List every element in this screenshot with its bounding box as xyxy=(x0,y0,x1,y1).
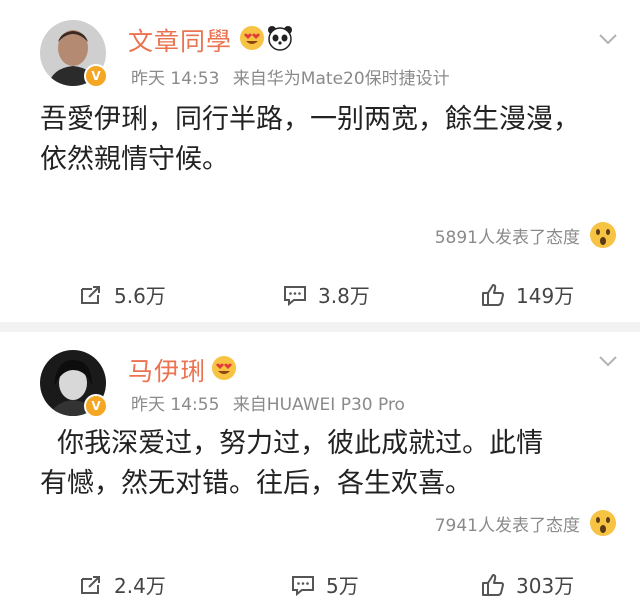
wow-emoji-icon xyxy=(590,222,616,248)
username[interactable]: 文章同學 xyxy=(128,22,232,58)
thumbs-up-icon xyxy=(482,283,504,306)
post-body-line: 有憾，然无对错。往后，各生欢喜。 xyxy=(40,468,472,499)
repost-icon xyxy=(81,575,100,594)
chevron-down-icon[interactable] xyxy=(596,349,620,373)
post-body-line: 依然親情守候。 xyxy=(40,144,229,175)
comment-icon xyxy=(284,285,306,306)
weibo-post: V 马伊琍 昨天 14:55 来自HUAWEI P30 Pro 你我深爱过，努力… xyxy=(0,332,640,598)
post-meta: 昨天 14:55 来自HUAWEI P30 Pro xyxy=(131,390,405,415)
verified-badge-icon: V xyxy=(84,394,108,418)
post-meta: 昨天 14:53 来自华为Mate20保时捷设计 xyxy=(131,64,450,89)
post-body: 你我深爱过，努力过，彼此成就过。此情 有憾，然无对错。往后，各生欢喜。 xyxy=(40,424,543,504)
comment-icon xyxy=(292,575,314,596)
comment-button[interactable]: 3.8万 xyxy=(282,280,370,309)
username[interactable]: 马伊琍 xyxy=(128,352,206,388)
weibo-post: V 文章同學 昨天 14:53 来自华为Mate20保时捷设计 吾愛伊琍，同行半… xyxy=(0,0,640,322)
post-separator xyxy=(0,322,640,332)
like-button[interactable]: 303万 xyxy=(480,570,574,599)
repost-count: 2.4万 xyxy=(114,574,166,598)
reaction-summary[interactable]: 5891人发表了态度 xyxy=(435,220,618,250)
panda-emoji-icon xyxy=(268,26,292,51)
post-source[interactable]: 来自华为Mate20保时捷设计 xyxy=(233,69,450,89)
verified-badge-icon: V xyxy=(84,64,108,88)
post-body-line: 你我深爱过，努力过，彼此成就过。此情 xyxy=(40,428,544,459)
post-source[interactable]: 来自HUAWEI P30 Pro xyxy=(233,395,405,415)
like-button[interactable]: 149万 xyxy=(480,280,574,309)
reaction-count: 5891人发表了态度 xyxy=(434,227,580,248)
post-time: 昨天 14:53 xyxy=(131,69,220,89)
heart-eyes-emoji-icon xyxy=(240,26,264,50)
avatar[interactable]: V xyxy=(40,350,108,418)
repost-button[interactable]: 2.4万 xyxy=(78,570,166,599)
like-count: 149万 xyxy=(516,284,575,308)
chevron-down-icon[interactable] xyxy=(596,27,620,51)
post-body: 吾愛伊琍，同行半路，一别两宽，餘生漫漫， 依然親情守候。 xyxy=(40,100,580,180)
reaction-count: 7941人发表了态度 xyxy=(434,515,580,536)
reaction-summary[interactable]: 7941人发表了态度 xyxy=(435,508,618,538)
repost-icon xyxy=(81,285,100,304)
wow-emoji-icon xyxy=(590,510,616,536)
comment-count: 3.8万 xyxy=(318,284,370,308)
avatar[interactable]: V xyxy=(40,20,108,88)
comment-count: 5万 xyxy=(326,574,359,598)
heart-eyes-emoji-icon xyxy=(212,356,236,380)
like-count: 303万 xyxy=(516,574,575,598)
post-body-line: 吾愛伊琍，同行半路，一别两宽，餘生漫漫， xyxy=(40,104,580,135)
comment-button[interactable]: 5万 xyxy=(290,570,359,599)
repost-count: 5.6万 xyxy=(114,284,166,308)
thumbs-up-icon xyxy=(482,573,504,596)
repost-button[interactable]: 5.6万 xyxy=(78,280,166,309)
post-time: 昨天 14:55 xyxy=(131,395,220,415)
